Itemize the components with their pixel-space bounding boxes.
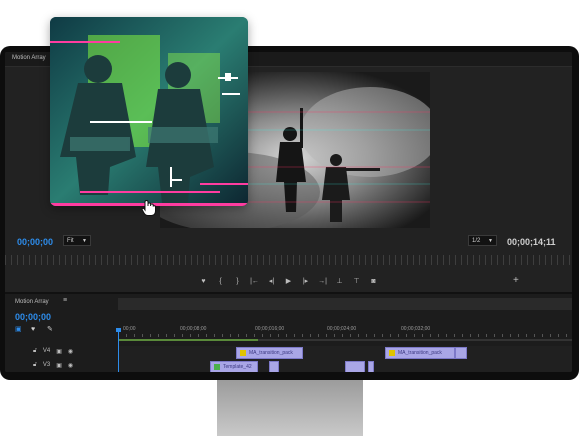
effect-icon xyxy=(389,350,395,356)
monitor-stand xyxy=(217,378,363,436)
clip[interactable]: MA_transition_pack xyxy=(236,347,303,359)
timeline-timecode[interactable]: 00;00;00 xyxy=(15,312,51,322)
chevron-down-icon: ▼ xyxy=(488,238,493,244)
eye-icon[interactable]: ◉ xyxy=(68,348,73,355)
resolution-dropdown-label: 1/2 xyxy=(472,238,481,244)
toggle-output-icon[interactable]: ▣ xyxy=(56,362,62,369)
ruler-label: 00;00;024;00 xyxy=(327,326,357,332)
wrench-icon[interactable]: ✎ xyxy=(47,326,55,334)
clip-label: Template_42 xyxy=(223,364,252,370)
ruler-ticks xyxy=(118,334,572,337)
timeline-title[interactable]: Motion Array xyxy=(15,299,49,305)
program-panel-title[interactable]: Motion Array xyxy=(12,55,46,61)
track-v4: 🔓︎ V4 ▣ ◉ MA_transition_pack MA_transiti… xyxy=(5,346,572,361)
clip-label: MA_transition_pack xyxy=(398,350,442,356)
chevron-down-icon: ▼ xyxy=(82,238,87,244)
nest-icon[interactable]: ▣ xyxy=(15,326,23,334)
ruler-label: 00;00 xyxy=(123,326,136,332)
panel-menu-icon[interactable]: ≡ xyxy=(63,297,67,304)
marker-icon[interactable]: ♥ xyxy=(195,276,212,288)
camera-icon[interactable]: ◙ xyxy=(365,276,382,288)
program-duration-timecode: 00;00;14;11 xyxy=(507,237,556,247)
lock-icon[interactable]: 🔓︎ xyxy=(33,362,37,369)
out-point-icon[interactable]: } xyxy=(229,276,246,288)
track-header: 🔓︎ V3 ▣ ◉ xyxy=(33,362,73,369)
track-lane[interactable]: Template_42 xyxy=(118,360,572,372)
clip[interactable]: MA_transition_pack xyxy=(385,347,455,359)
marker-icon[interactable]: ♥ xyxy=(31,326,39,334)
glitch-preview-card xyxy=(50,17,248,206)
fit-dropdown-label: Fit xyxy=(67,238,74,244)
fit-dropdown[interactable]: Fit ▼ xyxy=(63,235,91,246)
playhead[interactable] xyxy=(118,330,119,372)
lock-icon[interactable]: 🔓︎ xyxy=(33,348,37,355)
glitch-soldiers-image xyxy=(50,17,248,206)
clip-label: MA_transition_pack xyxy=(249,350,293,356)
resolution-dropdown[interactable]: 1/2 ▼ xyxy=(468,235,497,246)
work-area-bar[interactable] xyxy=(118,339,572,341)
go-to-out-icon[interactable]: →| xyxy=(314,276,331,288)
clip[interactable] xyxy=(368,361,374,372)
program-time-ruler[interactable] xyxy=(5,255,572,265)
effect-icon xyxy=(240,350,246,356)
eye-icon[interactable]: ◉ xyxy=(68,362,73,369)
toggle-output-icon[interactable]: ▣ xyxy=(56,348,62,355)
program-current-timecode[interactable]: 00;00;00 xyxy=(17,237,53,247)
clip[interactable]: Template_42 xyxy=(210,361,258,372)
in-point-icon[interactable]: { xyxy=(212,276,229,288)
step-forward-icon[interactable]: |▸ xyxy=(297,276,314,288)
track-name: V4 xyxy=(42,348,51,354)
timeline-panel: Motion Array ≡ 00;00;00 ▣ ♥ ✎ 00;00 00;0… xyxy=(5,292,572,372)
play-icon[interactable]: ▶ xyxy=(280,276,297,288)
extract-icon[interactable]: ⊤ xyxy=(348,276,365,288)
clip[interactable] xyxy=(455,347,467,359)
go-to-in-icon[interactable]: |← xyxy=(246,276,263,288)
step-back-icon[interactable]: ◂| xyxy=(263,276,280,288)
effect-icon xyxy=(214,364,220,370)
timeline-header-bar xyxy=(118,298,572,310)
lift-icon[interactable]: ⊥ xyxy=(331,276,348,288)
ruler-label: 00;00;08;00 xyxy=(180,326,207,332)
transport-controls: ♥ { } |← ◂| ▶ |▸ →| ⊥ ⊤ ◙ xyxy=(195,276,382,288)
clip[interactable] xyxy=(269,361,279,372)
ruler-label: 00;00;016;00 xyxy=(255,326,285,332)
add-icon[interactable]: + xyxy=(513,275,519,286)
rendered-range xyxy=(118,339,258,341)
clip[interactable] xyxy=(345,361,365,372)
ruler-label: 00;00;032;00 xyxy=(401,326,431,332)
hand-cursor-icon xyxy=(140,199,158,217)
track-name: V3 xyxy=(42,362,51,368)
track-v3: 🔓︎ V3 ▣ ◉ Template_42 xyxy=(5,360,572,372)
hand-cursor-shape xyxy=(141,199,156,216)
track-header: 🔓︎ V4 ▣ ◉ xyxy=(33,348,73,355)
track-lane[interactable]: MA_transition_pack MA_transition_pack xyxy=(118,346,572,361)
timeline-tools: ▣ ♥ ✎ xyxy=(15,326,55,334)
